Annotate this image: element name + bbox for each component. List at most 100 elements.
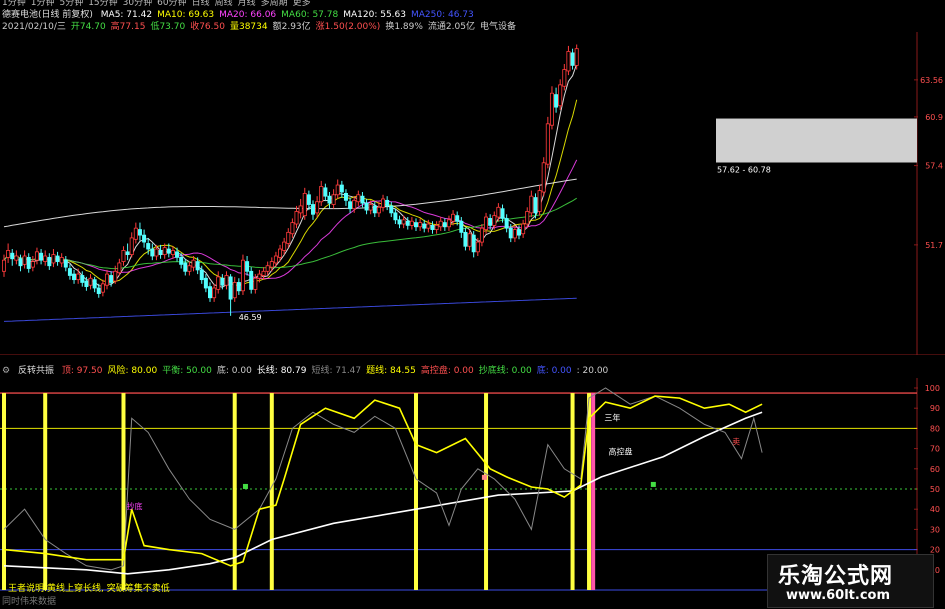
candle-body bbox=[175, 251, 180, 258]
candle-body bbox=[212, 287, 217, 299]
price-tick-label: 63.56 bbox=[920, 76, 943, 85]
price-range-box bbox=[716, 118, 917, 163]
candle-body bbox=[67, 268, 72, 276]
candle-body bbox=[245, 261, 250, 272]
indicator-tick-label: 80 bbox=[930, 424, 940, 433]
indicator-tick-label: 50 bbox=[930, 485, 940, 494]
signal-marker bbox=[650, 481, 656, 487]
candle-body bbox=[512, 229, 517, 239]
candle-body bbox=[290, 222, 295, 235]
candle-body bbox=[475, 241, 480, 253]
candle-body bbox=[541, 162, 546, 193]
ma-line-MA5 bbox=[3, 63, 578, 288]
signal-marker bbox=[481, 474, 487, 480]
watermark-title: 乐淘公式网 bbox=[778, 564, 894, 589]
indicator-annotation: 高控盘 bbox=[609, 447, 633, 457]
candle-body bbox=[368, 204, 373, 211]
candle-body bbox=[105, 273, 110, 286]
candle-body bbox=[265, 265, 270, 272]
candle-body bbox=[455, 215, 460, 222]
candle-body bbox=[422, 223, 427, 229]
candle-body bbox=[26, 256, 31, 269]
indicator-tick-label: 100 bbox=[925, 384, 940, 393]
candle-body bbox=[269, 261, 274, 268]
indicator-legend: 顶: 97.50 风险: 80.00 平衡: 50.00 底: 0.00 长线: 80.… bbox=[62, 366, 613, 376]
candle-body bbox=[51, 254, 56, 264]
candle-body bbox=[216, 276, 221, 290]
candle-body bbox=[426, 223, 431, 229]
candle-body bbox=[228, 276, 233, 300]
candle-body bbox=[187, 265, 192, 272]
candle-body bbox=[30, 261, 35, 268]
candle-body bbox=[545, 123, 550, 165]
candle-body bbox=[521, 223, 526, 235]
indicator-legend-item: 高控盘: 0.00 bbox=[420, 366, 474, 376]
signal-bar bbox=[2, 393, 6, 590]
candle-body bbox=[253, 277, 258, 290]
price-range-label: 57.62 - 60.78 bbox=[717, 166, 771, 175]
candle-body bbox=[463, 231, 468, 247]
candle-body bbox=[18, 258, 23, 267]
candle-body bbox=[393, 212, 398, 221]
candle-body bbox=[554, 94, 559, 108]
candle-body bbox=[409, 220, 414, 226]
candle-body bbox=[236, 282, 241, 292]
candle-body bbox=[121, 250, 126, 262]
indicator-annotation: 卖 bbox=[732, 438, 740, 447]
candle-body bbox=[446, 219, 451, 228]
indicator-annotation: 三年 bbox=[604, 412, 620, 422]
candle-body bbox=[537, 190, 542, 212]
candle-body bbox=[525, 211, 530, 225]
control-bar bbox=[591, 393, 596, 590]
candle-body bbox=[278, 248, 283, 258]
signal-bar bbox=[414, 393, 418, 590]
candle-body bbox=[302, 192, 307, 217]
footer-label: 同时伟来数据 bbox=[2, 597, 57, 607]
indicator-line-短线 bbox=[3, 387, 763, 571]
candle-body bbox=[47, 256, 52, 267]
candle-body bbox=[203, 277, 208, 289]
candle-body bbox=[55, 255, 60, 262]
candle-body bbox=[125, 251, 130, 256]
low-price-label: 46.59 bbox=[239, 313, 262, 322]
candle-body bbox=[76, 273, 81, 281]
indicator-tick-label: 60 bbox=[930, 465, 940, 474]
price-tick-label: 51.7 bbox=[925, 241, 943, 250]
candle-body bbox=[232, 282, 237, 299]
candle-body bbox=[207, 286, 212, 299]
candle-body bbox=[479, 227, 484, 243]
indicator-legend-item: : 20.00 bbox=[576, 366, 609, 376]
indicator-legend-item: 长线: 80.79 bbox=[256, 366, 307, 376]
candle-body bbox=[6, 250, 11, 258]
candle-body bbox=[496, 206, 501, 218]
watermark-url: www.60lt.com bbox=[786, 588, 891, 603]
candle-body bbox=[273, 255, 278, 264]
candle-body bbox=[562, 69, 567, 87]
candle-body bbox=[154, 248, 159, 257]
candle-body bbox=[137, 229, 142, 236]
candle-body bbox=[570, 52, 575, 66]
candle-body bbox=[484, 216, 489, 230]
signal-bar bbox=[269, 393, 274, 590]
candle-body bbox=[286, 231, 291, 244]
gear-icon[interactable]: ⚙ bbox=[2, 366, 10, 376]
indicator-legend-item: 短线: 71.47 bbox=[311, 366, 362, 376]
candle-body bbox=[129, 237, 134, 256]
candle-body bbox=[381, 198, 386, 208]
candle-body bbox=[504, 218, 509, 229]
indicator-tick-label: 70 bbox=[930, 445, 940, 454]
candle-body bbox=[199, 269, 204, 281]
price-tick-label: 60.9 bbox=[925, 113, 943, 122]
candle-body bbox=[389, 205, 394, 214]
candle-body bbox=[430, 224, 435, 230]
candle-body bbox=[434, 224, 439, 230]
price-tick-label: 57.4 bbox=[925, 162, 943, 171]
candle-body bbox=[356, 194, 361, 203]
candle-body bbox=[257, 273, 262, 279]
candle-body bbox=[364, 202, 369, 211]
candle-body bbox=[488, 218, 493, 226]
indicator-header: ⚙ 反转共振 顶: 97.50 风险: 80.00 平衡: 50.00 底: 0.00… bbox=[2, 365, 618, 377]
candle-body bbox=[240, 259, 245, 292]
indicator-legend-item: 底: 0.00 bbox=[216, 366, 252, 376]
candle-body bbox=[133, 227, 138, 240]
